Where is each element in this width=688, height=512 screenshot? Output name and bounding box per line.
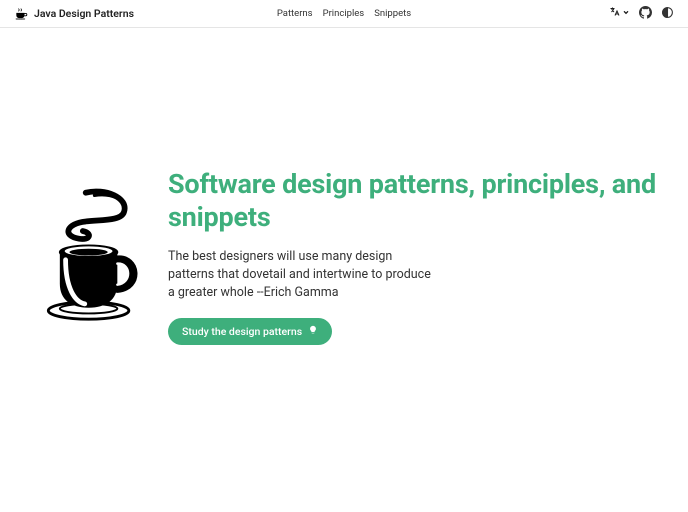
nav-link-snippets[interactable]: Snippets — [374, 8, 411, 19]
hero: Software design patterns, principles, an… — [0, 28, 688, 345]
nav-link-principles[interactable]: Principles — [323, 8, 365, 19]
navbar: Java Design Patterns Patterns Principles… — [0, 0, 688, 28]
theme-toggle[interactable] — [660, 7, 674, 21]
github-icon — [639, 6, 652, 22]
hero-text: Software design patterns, principles, an… — [168, 168, 658, 345]
hero-description: The best designers will use many design … — [168, 248, 438, 302]
language-switch[interactable] — [609, 6, 630, 21]
chevron-down-icon — [622, 8, 630, 19]
cta-button[interactable]: Study the design patterns — [168, 318, 332, 345]
lightbulb-icon — [308, 325, 318, 338]
nav-right — [609, 6, 674, 21]
theme-icon — [661, 6, 674, 22]
cta-label: Study the design patterns — [182, 325, 302, 338]
brand[interactable]: Java Design Patterns — [14, 7, 134, 21]
hero-logo — [30, 180, 150, 334]
github-link[interactable] — [638, 7, 652, 21]
brand-name: Java Design Patterns — [34, 7, 134, 20]
hero-title: Software design patterns, principles, an… — [168, 168, 658, 234]
coffee-cup-large-icon — [33, 180, 148, 334]
nav-link-patterns[interactable]: Patterns — [277, 8, 313, 19]
coffee-cup-icon — [14, 7, 28, 21]
translate-icon — [609, 6, 621, 21]
